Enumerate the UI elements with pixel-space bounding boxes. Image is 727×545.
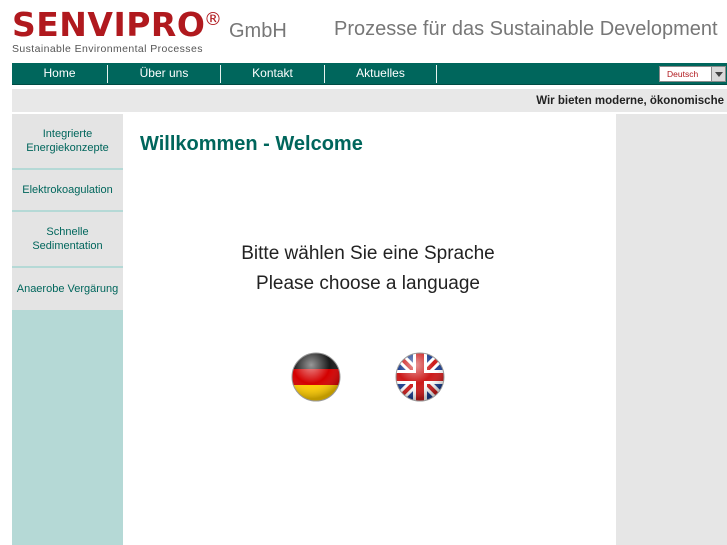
logo[interactable]: SENVIPRO ® Sustainable Environmental Pro…	[12, 5, 222, 56]
main-nav: Home Über uns Kontakt Aktuelles	[12, 63, 727, 85]
page-title: Willkommen - Welcome	[140, 133, 363, 155]
ticker-bar: Wir bieten moderne, ökonomische	[12, 89, 727, 112]
german-flag-icon[interactable]	[291, 352, 341, 402]
logo-wordmark: SENVIPRO	[12, 5, 206, 44]
uk-flag-icon[interactable]	[395, 352, 445, 402]
sidebar: Integrierte Energiekonzepte Elektrokoagu…	[12, 114, 123, 545]
nav-contact[interactable]: Kontakt	[221, 63, 324, 85]
language-select[interactable]: Deutsch	[659, 66, 726, 82]
ticker-text: Wir bieten moderne, ökonomische	[536, 95, 724, 107]
logo-subtitle: Sustainable Environmental Processes	[12, 43, 203, 55]
sidebar-item-label: Energiekonzepte	[26, 142, 109, 154]
sidebar-item-label: Integrierte	[42, 128, 93, 140]
right-column	[616, 114, 727, 545]
language-select-value: Deutsch	[667, 69, 699, 79]
choose-language-de: Bitte wählen Sie eine Sprache	[241, 243, 495, 264]
sidebar-item-label: Schnelle	[46, 226, 89, 238]
sidebar-item-label: Anaerobe Vergärung	[16, 283, 119, 295]
nav-home[interactable]: Home	[12, 63, 107, 85]
sidebar-item-label: Elektrokoagulation	[22, 184, 113, 196]
header-tagline: Prozesse für das Sustainable Development	[334, 18, 718, 40]
sidebar-item-anaerobic-digestion[interactable]: Anaerobe Vergärung	[12, 268, 123, 310]
nav-news[interactable]: Aktuelles	[325, 63, 436, 85]
sidebar-item-energy-concepts[interactable]: Integrierte Energiekonzepte	[12, 114, 123, 168]
nav-about[interactable]: Über uns	[108, 63, 220, 85]
sidebar-item-label: Sedimentation	[32, 240, 103, 252]
choose-language-en: Please choose a language	[256, 273, 480, 294]
registered-mark: ®	[204, 9, 222, 30]
company-suffix: GmbH	[229, 20, 287, 42]
sidebar-item-electrocoagulation[interactable]: Elektrokoagulation	[12, 170, 123, 210]
nav-divider	[436, 65, 437, 83]
chevron-down-icon[interactable]	[711, 67, 725, 81]
sidebar-item-sedimentation[interactable]: Schnelle Sedimentation	[12, 212, 123, 266]
